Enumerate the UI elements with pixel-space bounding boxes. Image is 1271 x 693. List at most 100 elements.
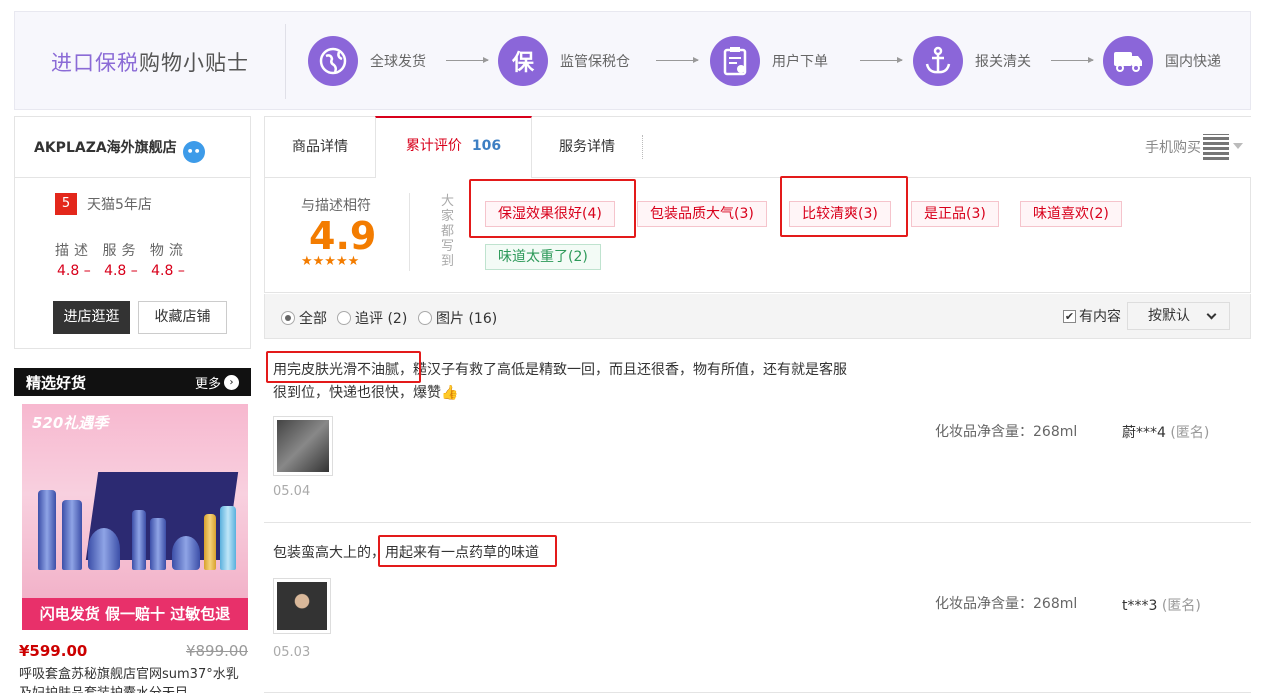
step-arrow <box>1051 57 1094 63</box>
tags-side-label: 大家都写到 <box>441 194 455 269</box>
clipboard-icon <box>710 36 760 86</box>
enter-shop-button[interactable]: 进店逛逛 <box>53 301 130 334</box>
more-link[interactable]: 更多 › <box>195 373 239 392</box>
bonded-icon: 保 <box>498 36 548 86</box>
match-score: 4.9 <box>309 214 377 258</box>
filter-pics[interactable]: 图片 (16) <box>418 308 497 328</box>
tab-divider <box>642 135 643 159</box>
bottle <box>62 500 82 570</box>
step-label: 用户下单 <box>772 54 828 70</box>
featured-header: 精选好货 更多 › <box>14 368 251 396</box>
product-old-price: ¥899.00 <box>185 642 248 660</box>
arrow-right-icon: › <box>224 374 239 390</box>
product-price: ¥599.00 <box>19 642 88 660</box>
step-label: 报关清关 <box>975 54 1031 70</box>
mobile-buy-label[interactable]: 手机购买 <box>1145 137 1201 157</box>
review-tag[interactable]: 是正品(3) <box>911 201 999 227</box>
step-customs: 报关清关 <box>913 36 1031 86</box>
sort-dropdown[interactable]: 按默认 <box>1127 302 1230 330</box>
tmall-years-badge: 5 <box>55 193 77 215</box>
promo-strip: 闪电发货 假一赔十 过敏包退 <box>22 598 248 630</box>
promo-tag: 520礼遇季 <box>32 414 109 432</box>
anchor-icon <box>913 36 963 86</box>
sort-label: 按默认 <box>1148 308 1190 324</box>
review-spec: 化妆品净含量：268ml <box>935 424 1078 440</box>
reviewer-name: 蔚***4 <box>1122 425 1166 441</box>
radio-icon <box>281 311 295 325</box>
filter-all[interactable]: 全部 <box>281 308 327 328</box>
review-date: 05.03 <box>273 645 311 660</box>
review-tag[interactable]: 味道太重了(2) <box>485 244 601 270</box>
chevron-down-icon[interactable] <box>1233 143 1243 149</box>
tmall-years-text: 天猫5年店 <box>87 197 152 213</box>
highlight-box <box>266 351 421 383</box>
review-text-rest: ，糙汉子有救了高低是精致一回，而且还很香，物有所值，还有就是客服 <box>399 362 847 378</box>
dsr-values: 4.8 – 4.8 – 4.8 – <box>57 263 185 279</box>
shop-name[interactable]: AKPLAZA海外旗舰店 •• <box>15 117 250 178</box>
dsr-labels: 描述 服务 物流 <box>55 243 188 259</box>
filter-append[interactable]: 追评 (2) <box>337 308 407 328</box>
filter-all-label: 全部 <box>299 311 327 327</box>
highlight-box <box>469 179 636 238</box>
chevron-down-icon <box>1206 309 1217 320</box>
highlight-box <box>780 176 908 237</box>
review-text: 包装蛮高大上的，用起来有一点药草的味道 <box>273 542 893 565</box>
reviewer: 蔚***4 (匿名) <box>1122 422 1209 442</box>
banner-divider <box>285 24 286 99</box>
review-item: 包装蛮高大上的，用起来有一点药草的味道 05.03 化妆品净含量：268ml t… <box>264 523 1251 693</box>
reviews-count: 106 <box>471 138 502 154</box>
globe-icon <box>308 36 358 86</box>
product-title[interactable]: 呼吸套盒苏秘旗舰店官网sum37°水乳及妇护肤品套装护囊水分天目 <box>19 665 249 693</box>
tab-reviews[interactable]: 累计评价 106 <box>375 116 532 178</box>
highlight-box <box>378 535 557 567</box>
tmall-years: 5 天猫5年店 <box>55 193 152 215</box>
truck-icon <box>1103 36 1153 86</box>
review-text-line2: 很到位，快递也很快，爆赞👍 <box>273 385 459 401</box>
banner-title: 进口保税购物小贴士 <box>51 51 249 75</box>
reviewer: t***3 (匿名) <box>1122 595 1201 615</box>
step-arrow <box>446 57 489 63</box>
radio-icon <box>418 311 432 325</box>
review-filter-bar: 全部 追评 (2) 图片 (16) ✔ 有内容 按默认 <box>264 294 1251 339</box>
shop-info-panel: AKPLAZA海外旗舰店 •• 5 天猫5年店 描述 服务 物流 4.8 – 4.8… <box>14 116 251 349</box>
star-rating: ★★★★★ <box>301 254 360 269</box>
step-bonded-warehouse: 保 监管保税仓 <box>498 36 630 86</box>
bottle <box>38 490 56 570</box>
review-text-pre: 包装蛮高大上的， <box>273 545 385 561</box>
review-tag[interactable]: 包装品质大气(3) <box>637 201 767 227</box>
bottle <box>132 510 146 570</box>
step-domestic-delivery: 国内快递 <box>1103 36 1221 86</box>
step-user-order: 用户下单 <box>710 36 828 86</box>
tab-reviews-label: 累计评价 <box>405 138 462 154</box>
wangwang-chat-icon[interactable]: •• <box>182 141 205 163</box>
summary-divider <box>409 193 410 271</box>
checkbox-icon: ✔ <box>1063 309 1076 323</box>
step-label: 全球发货 <box>370 54 426 70</box>
anonymous-label: (匿名) <box>1170 425 1210 441</box>
reviewer-name: t***3 <box>1122 598 1158 614</box>
radio-icon <box>337 311 351 325</box>
has-content-label: 有内容 <box>1079 309 1121 325</box>
tab-product-detail[interactable]: 商品详情 <box>265 117 375 178</box>
product-image[interactable]: 520礼遇季 闪电发货 假一赔十 过敏包退 <box>22 404 248 630</box>
qr-code-icon[interactable] <box>1203 134 1229 160</box>
anonymous-label: (匿名) <box>1161 598 1201 614</box>
tab-service-detail[interactable]: 服务详情 <box>532 117 642 178</box>
review-spec: 化妆品净含量：268ml <box>935 596 1078 612</box>
review-summary: 与描述相符 4.9 ★★★★★ 大家都写到 保湿效果很好(4) 包装品质大气(3… <box>264 176 1251 293</box>
bottle <box>220 506 236 570</box>
review-item: 用完皮肤光滑不油腻，糙汉子有救了高低是精致一回，而且还很香，物有所值，还有就是客… <box>264 339 1251 523</box>
review-date: 05.04 <box>273 484 311 499</box>
step-arrow <box>860 57 903 63</box>
product-tabs: 商品详情 累计评价 106 服务详情 手机购买 <box>264 116 1251 178</box>
featured-title: 精选好货 <box>26 373 87 392</box>
step-global-shipping: 全球发货 <box>308 36 426 86</box>
step-arrow <box>656 57 699 63</box>
has-content-checkbox[interactable]: ✔ 有内容 <box>1063 306 1121 326</box>
step-label: 监管保税仓 <box>560 54 630 70</box>
shopping-tips-banner: 进口保税购物小贴士 全球发货 保 监管保税仓 用户下单 报关清关 国内快递 <box>14 11 1251 110</box>
review-photo[interactable] <box>273 416 333 476</box>
review-photo[interactable] <box>273 578 331 634</box>
favorite-shop-button[interactable]: 收藏店铺 <box>138 301 227 334</box>
review-tag[interactable]: 味道喜欢(2) <box>1020 201 1122 227</box>
